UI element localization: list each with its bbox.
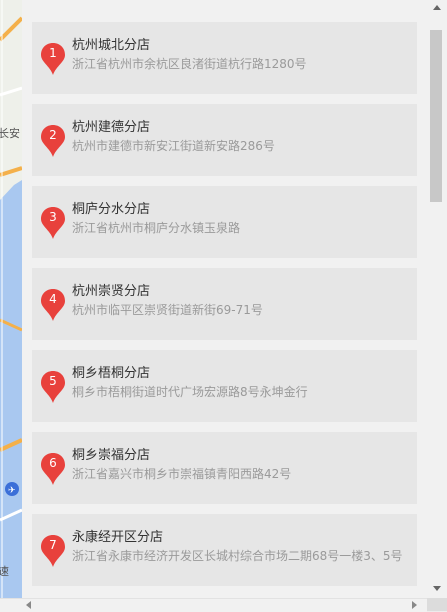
map-pin-icon: 4 <box>40 288 66 322</box>
map-label: 速 <box>0 565 9 578</box>
store-name: 桐乡崇福分店 <box>72 448 151 463</box>
store-name: 杭州建德分店 <box>72 120 151 135</box>
map-view[interactable]: ✈ 长安 速 <box>0 0 22 598</box>
store-address: 浙江省杭州市桐庐分水镇玉泉路 <box>72 221 241 235</box>
store-address: 浙江省嘉兴市桐乡市崇福镇青阳西路42号 <box>72 467 292 481</box>
horizontal-scrollbar[interactable] <box>0 598 427 612</box>
scroll-down-icon[interactable] <box>433 586 441 591</box>
map-label: 长安 <box>0 127 20 140</box>
map-roads: ✈ <box>0 0 22 598</box>
map-pin-icon: 6 <box>40 452 66 486</box>
map-pin-icon: 1 <box>40 42 66 76</box>
store-address: 杭州市建德市新安江街道新安路286号 <box>72 139 275 153</box>
list-item[interactable]: 3 桐庐分水分店 浙江省杭州市桐庐分水镇玉泉路 <box>32 186 417 258</box>
scrollbar-corner <box>427 598 447 611</box>
store-name: 桐庐分水分店 <box>72 202 151 217</box>
svg-text:✈: ✈ <box>8 486 16 496</box>
map-pin-icon: 5 <box>40 370 66 404</box>
map-pin-icon: 7 <box>40 534 66 568</box>
scroll-up-icon[interactable] <box>433 5 441 10</box>
scroll-left-icon[interactable] <box>26 601 31 609</box>
vertical-scrollbar[interactable] <box>427 0 447 598</box>
store-name: 桐乡梧桐分店 <box>72 366 151 381</box>
list-item[interactable]: 6 桐乡崇福分店 浙江省嘉兴市桐乡市崇福镇青阳西路42号 <box>32 432 417 504</box>
store-address: 杭州市临平区崇贤街道新街69-71号 <box>72 303 263 317</box>
scrollbar-thumb[interactable] <box>430 30 442 202</box>
list-item[interactable]: 2 杭州建德分店 杭州市建德市新安江街道新安路286号 <box>32 104 417 176</box>
map-pin-icon: 2 <box>40 124 66 158</box>
store-name: 杭州崇贤分店 <box>72 284 151 299</box>
store-address: 桐乡市梧桐街道时代广场宏源路8号永坤金行 <box>72 385 308 399</box>
store-name: 永康经开区分店 <box>72 530 164 545</box>
list-item[interactable]: 4 杭州崇贤分店 杭州市临平区崇贤街道新街69-71号 <box>32 268 417 340</box>
list-item[interactable]: 5 桐乡梧桐分店 桐乡市梧桐街道时代广场宏源路8号永坤金行 <box>32 350 417 422</box>
store-list-panel: 1 杭州城北分店 浙江省杭州市余杭区良渚街道杭行路1280号 2 杭州建德分店 … <box>22 0 427 598</box>
map-pin-icon: 3 <box>40 206 66 240</box>
scroll-right-icon[interactable] <box>412 601 417 609</box>
list-item[interactable]: 7 永康经开区分店 浙江省永康市经济开发区长城村综合市场二期68号一楼3、5号 <box>32 514 417 586</box>
store-address: 浙江省永康市经济开发区长城村综合市场二期68号一楼3、5号 <box>72 549 403 563</box>
list-item[interactable]: 1 杭州城北分店 浙江省杭州市余杭区良渚街道杭行路1280号 <box>32 22 417 94</box>
store-address: 浙江省杭州市余杭区良渚街道杭行路1280号 <box>72 57 307 71</box>
store-name: 杭州城北分店 <box>72 38 151 53</box>
